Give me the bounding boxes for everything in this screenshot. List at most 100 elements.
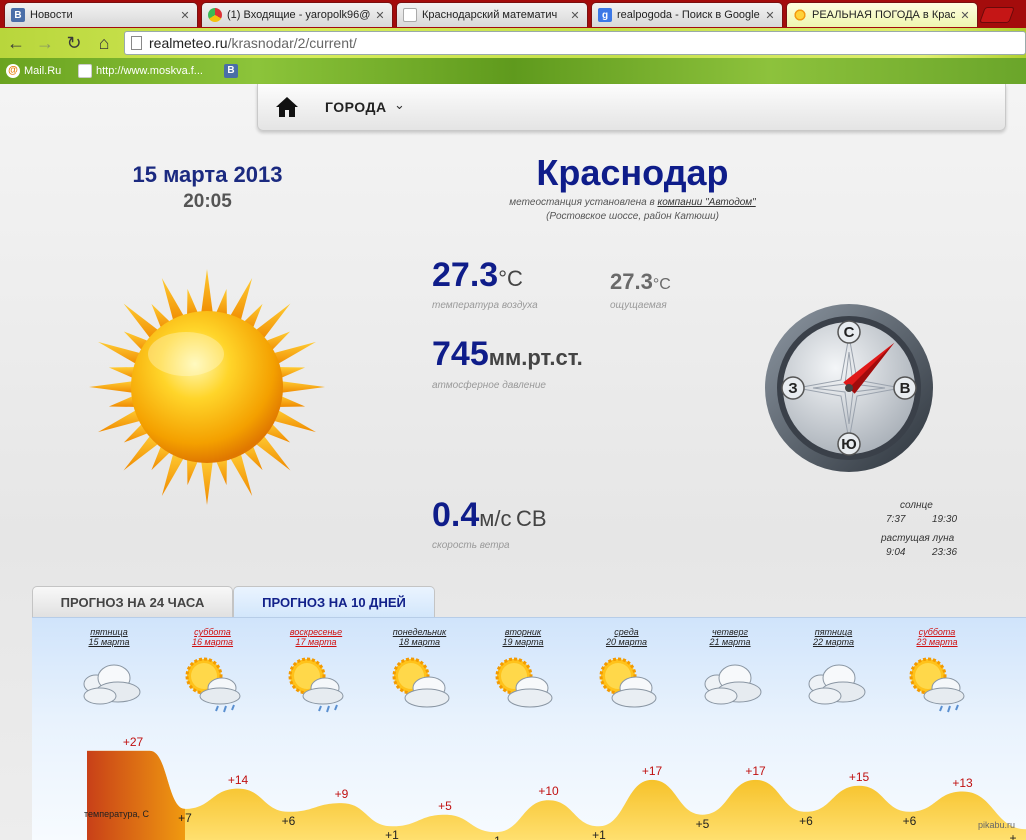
credit-watermark: pikabu.ru xyxy=(978,820,1016,830)
tab-title: realpogoda - Поиск в Google xyxy=(617,9,760,21)
document-icon xyxy=(403,8,417,22)
back-icon[interactable]: ← xyxy=(5,32,27,54)
bookmark-moskva[interactable]: http://www.moskva.f... xyxy=(78,63,203,79)
air-temperature: 27.3°С xyxy=(432,256,523,295)
browser-tab[interactable]: В Новости ✕ xyxy=(4,2,198,27)
moonrise-time: 9:04 xyxy=(886,547,906,558)
url-path: /krasnodar/2/current/ xyxy=(227,35,357,51)
close-icon[interactable]: ✕ xyxy=(764,9,776,22)
browser-tab-active[interactable]: РЕАЛЬНАЯ ПОГОДА в Крас ✕ xyxy=(786,2,978,27)
vk-icon: В xyxy=(224,64,238,78)
sun-cloud-icon xyxy=(599,657,656,708)
url-host: realmeteo.ru xyxy=(149,35,228,51)
close-icon[interactable]: ✕ xyxy=(569,9,581,22)
home-icon[interactable] xyxy=(274,94,300,120)
browser-tab[interactable]: g realpogoda - Поиск в Google ✕ xyxy=(591,2,783,27)
feels-like: 27.3°С xyxy=(610,269,671,295)
tab-title: (1) Входящие - yaropolk96@ xyxy=(227,9,370,21)
bookmark-vk[interactable]: В xyxy=(224,63,242,79)
wind-speed-value: 0.4 xyxy=(432,496,480,534)
moonset-time: 23:36 xyxy=(932,547,958,558)
browser-tab[interactable]: Краснодарский математич ✕ xyxy=(396,2,588,27)
site-nav-bar: ГОРОДА ⌄ xyxy=(257,84,1006,131)
compass-south: Ю xyxy=(841,436,856,453)
forward-icon[interactable]: → xyxy=(34,32,56,54)
temp-night-value: -1 xyxy=(490,834,501,840)
forecast-day-label[interactable]: четверг 21 марта xyxy=(685,627,775,647)
forecast-weekday: понедельник xyxy=(392,627,447,637)
feels-like-unit: °С xyxy=(652,276,671,293)
temperature-caption: температура воздуха xyxy=(432,300,538,311)
temp-day-value: +5 xyxy=(438,798,452,813)
forecast-panel: пятница 15 марта суббота 16 марта воскресень… xyxy=(32,617,1026,840)
cities-menu[interactable]: ГОРОДА xyxy=(325,99,387,115)
temp-night-value: +6 xyxy=(902,813,917,828)
vk-icon: В xyxy=(11,8,25,22)
forecast-day-label[interactable]: вторник 19 марта xyxy=(478,627,568,647)
forecast-day-label[interactable]: понедельник 18 марта xyxy=(375,627,465,647)
sun-icon xyxy=(89,269,325,505)
tab-title: РЕАЛЬНАЯ ПОГОДА в Крас xyxy=(812,9,955,21)
close-icon[interactable]: ✕ xyxy=(374,9,386,22)
forecast-date: 22 марта xyxy=(812,637,855,647)
browser-tab[interactable]: (1) Входящие - yaropolk96@ ✕ xyxy=(201,2,393,27)
forecast-date: 17 марта xyxy=(295,637,337,647)
browser-toolbar: ← → ↻ ⌂ realmeteo.ru/krasnodar/2/current… xyxy=(0,28,1026,58)
forecast-weekday: воскресенье xyxy=(289,627,343,637)
close-icon[interactable]: ✕ xyxy=(959,9,971,22)
compass-east: В xyxy=(900,380,911,397)
sun-cloud-rain-icon xyxy=(185,657,240,713)
tab-title: Краснодарский математич xyxy=(422,9,558,21)
reload-icon[interactable]: ↻ xyxy=(63,32,85,54)
bookmark-label: http://www.moskva.f... xyxy=(96,65,203,77)
tab-forecast-10d[interactable]: ПРОГНОЗ НА 10 ДНЕЙ xyxy=(233,586,435,618)
current-date: 15 марта 2013 xyxy=(132,162,283,187)
pressure-caption: атмосферное давление xyxy=(432,380,546,391)
wind-caption: скорость ветра xyxy=(432,540,510,551)
temp-night-value: +6 xyxy=(799,813,813,828)
close-icon[interactable]: ✕ xyxy=(179,9,191,22)
chevron-down-icon[interactable]: ⌄ xyxy=(394,97,405,113)
pressure: 745мм.рт.ст. xyxy=(432,335,583,374)
temperature-value: 27.3 xyxy=(432,256,499,294)
forecast-date: 19 марта xyxy=(502,637,544,647)
temperature-unit: °С xyxy=(498,266,523,291)
wind-direction: СВ xyxy=(515,506,547,531)
forecast-day-label[interactable]: воскресенье 17 марта xyxy=(271,627,361,647)
temp-night-value: +7 xyxy=(178,810,192,825)
cloudy-icon xyxy=(704,664,762,705)
forecast-weekday: вторник xyxy=(504,627,542,637)
cloudy-icon xyxy=(83,664,141,705)
forecast-day-label[interactable]: суббота 23 марта xyxy=(892,627,982,647)
temp-day-value: +10 xyxy=(538,784,559,799)
weather-page: ГОРОДА ⌄ 15 марта 2013 20:05 Краснодар м… xyxy=(0,84,1026,840)
station-info: метеостанция установлена в компании "Авт… xyxy=(460,197,805,208)
address-bar[interactable]: realmeteo.ru/krasnodar/2/current/ xyxy=(124,31,1026,55)
current-time: 20:05 xyxy=(183,191,232,212)
temp-day-value: +14 xyxy=(227,772,249,787)
compass-icon: С Ю З В xyxy=(765,304,933,472)
moon-label: растущая луна xyxy=(881,533,955,544)
tab-forecast-24h[interactable]: ПРОГНОЗ НА 24 ЧАСА xyxy=(32,586,233,618)
sun-cloud-icon xyxy=(392,657,449,708)
sun-cloud-rain-icon xyxy=(288,657,344,713)
forecast-day-label[interactable]: суббота 16 марта xyxy=(168,627,258,647)
temp-night-value: + xyxy=(1009,831,1017,840)
compass-west: З xyxy=(788,380,797,397)
cloudy-icon xyxy=(808,664,865,705)
new-tab-button[interactable] xyxy=(979,7,1015,23)
pressure-unit: мм.рт.ст. xyxy=(488,345,583,370)
forecast-weekday: четверг xyxy=(711,627,748,637)
forecast-day-label[interactable]: среда 20 марта xyxy=(582,627,672,647)
forecast-weekday: суббота xyxy=(194,627,231,637)
google-icon: g xyxy=(598,8,612,22)
forecast-date: 18 марта xyxy=(398,637,441,647)
forecast-day-label[interactable]: пятница 15 марта xyxy=(64,627,154,647)
sunrise-time: 7:37 xyxy=(886,514,906,525)
forecast-day-label[interactable]: пятница 22 марта xyxy=(789,627,879,647)
station-company-link[interactable]: компании "Автодом" xyxy=(658,197,756,208)
sun-cloud-rain-icon xyxy=(909,657,965,713)
temp-day-value: +17 xyxy=(641,763,663,778)
home-icon[interactable]: ⌂ xyxy=(93,32,115,54)
bookmark-mailru[interactable]: @ Mail.Ru xyxy=(6,63,61,79)
